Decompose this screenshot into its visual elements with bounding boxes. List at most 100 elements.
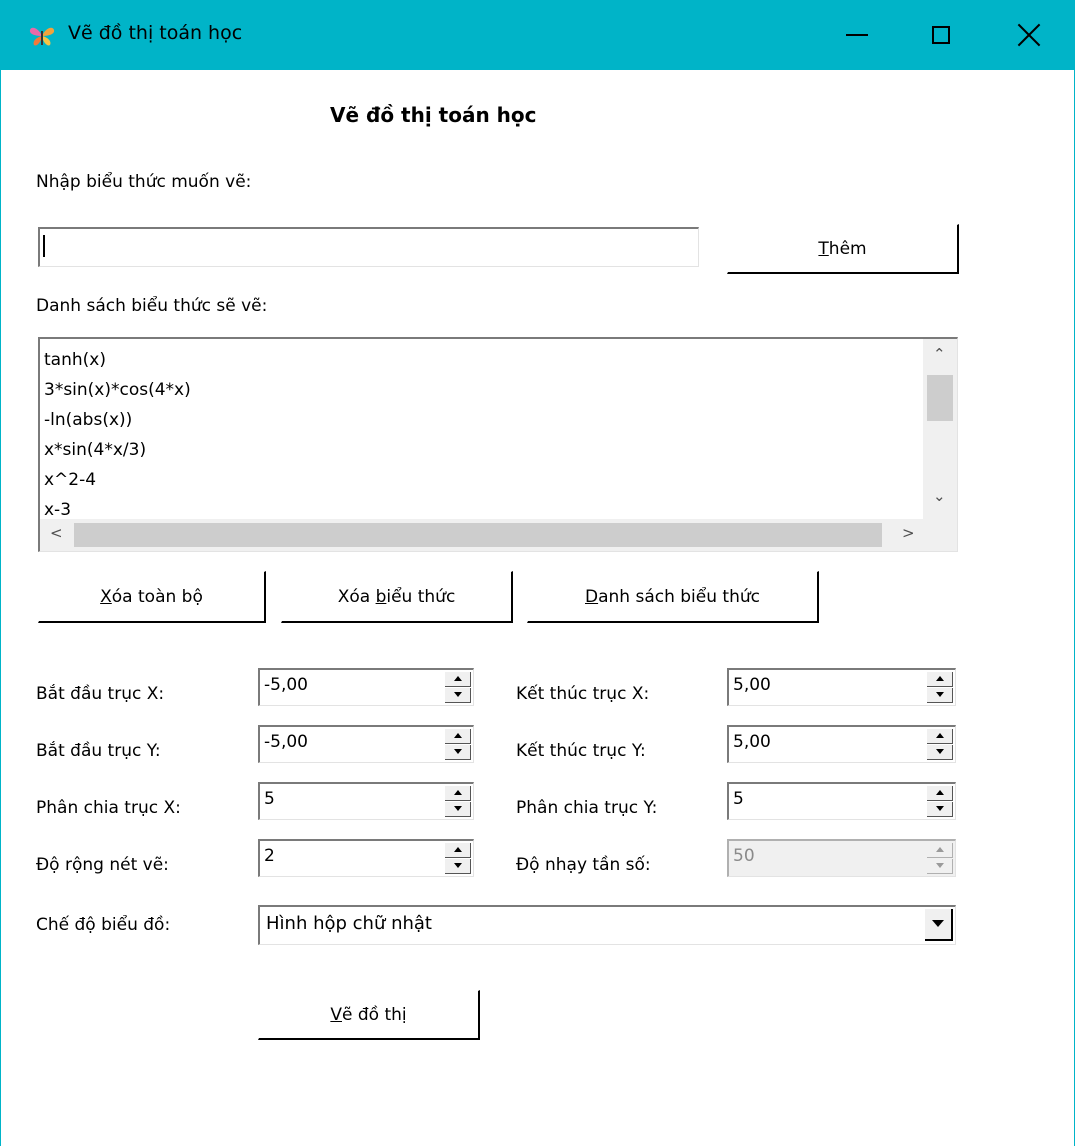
y-start-spinner[interactable]: -5,00 xyxy=(258,725,474,763)
arrow-up-icon xyxy=(936,676,944,681)
maximize-icon xyxy=(932,26,950,44)
spin-down-button xyxy=(927,859,953,874)
spin-up-button[interactable] xyxy=(927,672,953,687)
spin-down-button[interactable] xyxy=(445,745,471,760)
spin-down-button[interactable] xyxy=(927,688,953,703)
scroll-down-icon[interactable]: ⌄ xyxy=(933,487,946,505)
spin-up-button[interactable] xyxy=(445,786,471,801)
x-end-label: Kết thúc trục X: xyxy=(516,684,650,704)
list-item[interactable]: x^2-4 xyxy=(44,465,191,495)
spin-up-button xyxy=(927,843,953,858)
arrow-down-icon xyxy=(936,863,944,868)
text-caret xyxy=(43,235,45,257)
vertical-scrollbar[interactable]: ⌃ ⌄ xyxy=(923,339,957,519)
arrow-up-icon xyxy=(454,676,462,681)
maximize-button[interactable] xyxy=(895,0,987,70)
minimize-button[interactable] xyxy=(811,0,903,70)
scroll-up-icon[interactable]: ⌃ xyxy=(933,345,946,363)
frequency-value: 50 xyxy=(733,846,755,866)
spin-up-button[interactable] xyxy=(927,786,953,801)
draw-graph-button[interactable]: Vẽ đồ thị xyxy=(258,990,480,1040)
arrow-up-icon xyxy=(936,790,944,795)
spin-up-button[interactable] xyxy=(445,729,471,744)
chart-mode-label: Chế độ biểu đồ: xyxy=(36,915,171,935)
line-width-value: 2 xyxy=(264,846,275,866)
vertical-scroll-thumb[interactable] xyxy=(927,375,953,421)
y-end-spinner[interactable]: 5,00 xyxy=(727,725,956,763)
delete-expression-label: iểu thức xyxy=(386,586,456,607)
line-width-spinner[interactable]: 2 xyxy=(258,839,474,877)
page-title: Vẽ đồ thị toán học xyxy=(330,103,537,127)
spin-down-button[interactable] xyxy=(445,688,471,703)
delete-expression-label-pre: Xóa xyxy=(337,586,376,607)
arrow-down-icon xyxy=(454,749,462,754)
y-end-value: 5,00 xyxy=(733,732,771,752)
dropdown-button[interactable] xyxy=(925,909,953,941)
draw-graph-label: ẽ đồ thị xyxy=(342,1004,407,1025)
expression-list-button-label: anh sách biểu thức xyxy=(598,586,760,607)
spin-down-button[interactable] xyxy=(927,802,953,817)
clear-all-button[interactable]: Xóa toàn bộ xyxy=(38,571,266,623)
close-button[interactable] xyxy=(983,0,1075,70)
scroll-right-icon[interactable]: > xyxy=(902,524,915,542)
title-bar[interactable]: Vẽ đồ thị toán học xyxy=(0,0,1075,70)
expression-list-button[interactable]: Danh sách biểu thức xyxy=(527,571,819,623)
butterfly-icon xyxy=(29,27,55,46)
spin-down-button[interactable] xyxy=(445,859,471,874)
draw-graph-mnemonic: V xyxy=(330,1004,342,1025)
clear-all-label: óa toàn bộ xyxy=(111,586,203,607)
frequency-label: Độ nhạy tần số: xyxy=(516,855,651,875)
expression-list-mnemonic: D xyxy=(585,586,599,607)
scroll-left-icon[interactable]: < xyxy=(50,524,63,542)
list-item[interactable]: tanh(x) xyxy=(44,345,191,375)
arrow-up-icon xyxy=(936,847,944,852)
x-start-label: Bắt đầu trục X: xyxy=(36,684,165,704)
chart-mode-select[interactable]: Hình hộp chữ nhật xyxy=(258,905,956,945)
clear-all-mnemonic: X xyxy=(100,586,112,607)
horizontal-scroll-thumb[interactable] xyxy=(74,523,882,547)
y-end-label: Kết thúc trục Y: xyxy=(516,741,646,761)
arrow-up-icon xyxy=(936,733,944,738)
y-division-value: 5 xyxy=(733,789,744,809)
arrow-up-icon xyxy=(454,847,462,852)
y-start-label: Bắt đầu trục Y: xyxy=(36,741,161,761)
x-start-value: -5,00 xyxy=(264,675,308,695)
spin-up-button[interactable] xyxy=(927,729,953,744)
add-button[interactable]: Thêm xyxy=(727,224,959,274)
spin-up-button[interactable] xyxy=(445,672,471,687)
y-division-spinner[interactable]: 5 xyxy=(727,782,956,820)
add-button-label: hêm xyxy=(828,238,867,259)
close-icon xyxy=(1017,23,1041,47)
chevron-down-icon xyxy=(932,920,944,927)
list-item[interactable]: 3*sin(x)*cos(4*x) xyxy=(44,375,191,405)
window-title: Vẽ đồ thị toán học xyxy=(68,22,243,44)
x-end-spinner[interactable]: 5,00 xyxy=(727,668,956,706)
arrow-down-icon xyxy=(454,863,462,868)
arrow-down-icon xyxy=(454,692,462,697)
minimize-icon xyxy=(846,34,868,36)
list-item[interactable]: -ln(abs(x)) xyxy=(44,405,191,435)
arrow-down-icon xyxy=(936,749,944,754)
expression-input[interactable] xyxy=(38,227,699,267)
scrollbar-corner xyxy=(923,519,957,551)
delete-expression-mnemonic: b xyxy=(375,586,387,607)
y-division-label: Phân chia trục Y: xyxy=(516,798,658,818)
arrow-down-icon xyxy=(454,806,462,811)
arrow-up-icon xyxy=(454,790,462,795)
frequency-spinner: 50 xyxy=(727,839,956,877)
spin-down-button[interactable] xyxy=(927,745,953,760)
line-width-label: Độ rộng nét vẽ: xyxy=(36,855,169,875)
list-item[interactable]: x*sin(4*x/3) xyxy=(44,435,191,465)
expression-list[interactable]: tanh(x) 3*sin(x)*cos(4*x) -ln(abs(x)) x*… xyxy=(38,337,958,552)
x-start-spinner[interactable]: -5,00 xyxy=(258,668,474,706)
delete-expression-button[interactable]: Xóa biểu thức xyxy=(281,571,513,623)
horizontal-scrollbar[interactable]: < > xyxy=(40,519,925,551)
spin-down-button[interactable] xyxy=(445,802,471,817)
spin-up-button[interactable] xyxy=(445,843,471,858)
x-division-value: 5 xyxy=(264,789,275,809)
x-end-value: 5,00 xyxy=(733,675,771,695)
arrow-down-icon xyxy=(936,692,944,697)
x-division-spinner[interactable]: 5 xyxy=(258,782,474,820)
expression-input-label: Nhập biểu thức muốn vẽ: xyxy=(36,172,252,192)
arrow-up-icon xyxy=(454,733,462,738)
